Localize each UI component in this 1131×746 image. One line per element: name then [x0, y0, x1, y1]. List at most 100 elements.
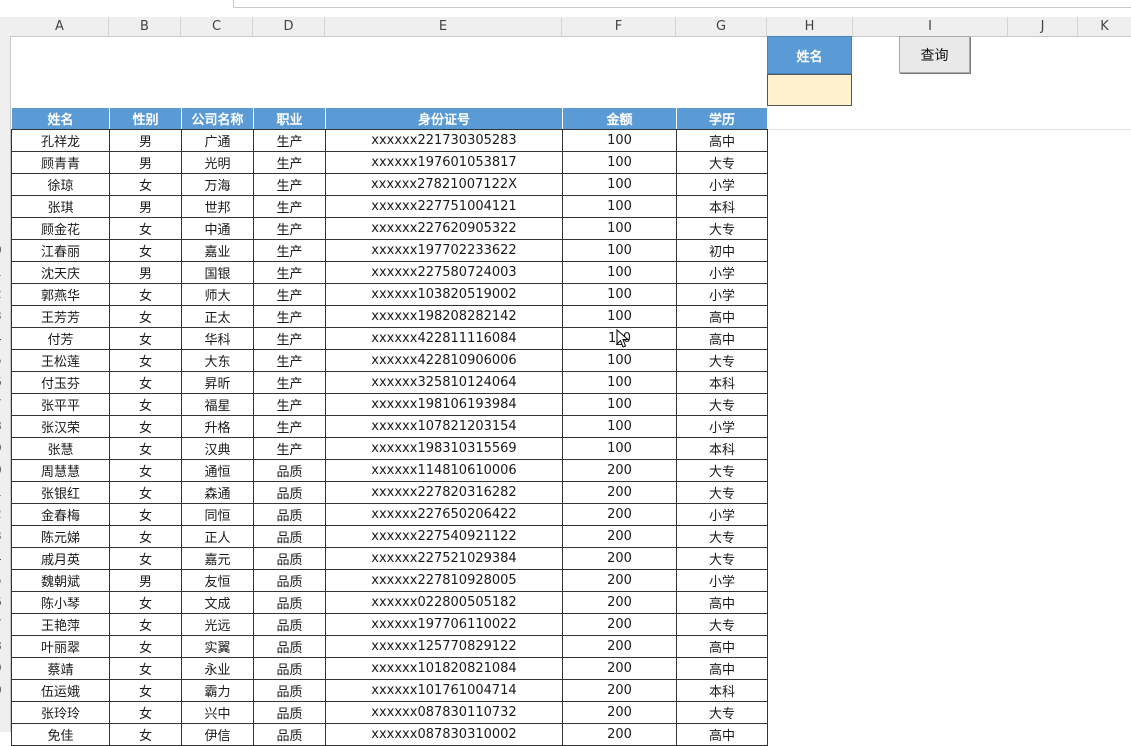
job-cell[interactable]: 生产	[253, 393, 326, 416]
id-number-cell[interactable]: xxxxxx227820316282	[325, 481, 563, 504]
amount-cell[interactable]: 200	[562, 635, 677, 658]
id-number-cell[interactable]: xxxxxx114810610006	[325, 459, 563, 482]
table-header-cell[interactable]: 姓名	[11, 107, 110, 130]
row-header[interactable]: 7	[0, 393, 10, 415]
gender-cell[interactable]: 男	[109, 195, 182, 218]
gender-cell[interactable]: 男	[109, 151, 182, 174]
name-cell[interactable]: 蔡靖	[11, 657, 110, 680]
education-cell[interactable]: 高中	[676, 591, 768, 614]
name-cell[interactable]: 王松莲	[11, 349, 110, 372]
job-cell[interactable]: 品质	[253, 503, 326, 526]
gender-cell[interactable]: 女	[109, 525, 182, 548]
company-cell[interactable]: 国银	[181, 261, 254, 284]
amount-cell[interactable]: 100	[562, 349, 677, 372]
column-header-d[interactable]: D	[253, 17, 325, 36]
table-header-cell[interactable]: 金额	[562, 107, 677, 130]
company-cell[interactable]: 文成	[181, 591, 254, 614]
amount-cell[interactable]: 200	[562, 701, 677, 724]
job-cell[interactable]: 品质	[253, 569, 326, 592]
job-cell[interactable]: 生产	[253, 283, 326, 306]
id-number-cell[interactable]: xxxxxx227620905322	[325, 217, 563, 240]
amount-cell[interactable]: 100	[562, 305, 677, 328]
company-cell[interactable]: 通恒	[181, 459, 254, 482]
company-cell[interactable]: 伊信	[181, 723, 254, 746]
row-header[interactable]: 3	[0, 525, 10, 547]
company-cell[interactable]: 实翼	[181, 635, 254, 658]
education-cell[interactable]: 本科	[676, 679, 768, 702]
gender-cell[interactable]: 女	[109, 437, 182, 460]
education-cell[interactable]: 大专	[676, 525, 768, 548]
column-header-b[interactable]: B	[109, 17, 181, 36]
gender-cell[interactable]: 男	[109, 569, 182, 592]
education-cell[interactable]: 高中	[676, 129, 768, 152]
row-header[interactable]: 0	[0, 459, 10, 481]
amount-cell[interactable]: 200	[562, 525, 677, 548]
id-number-cell[interactable]: xxxxxx087830110732	[325, 701, 563, 724]
job-cell[interactable]: 品质	[253, 525, 326, 548]
name-cell[interactable]: 付芳	[11, 327, 110, 350]
education-cell[interactable]: 高中	[676, 327, 768, 350]
job-cell[interactable]: 生产	[253, 151, 326, 174]
job-cell[interactable]: 生产	[253, 437, 326, 460]
company-cell[interactable]: 中通	[181, 217, 254, 240]
column-header-k[interactable]: K	[1078, 17, 1131, 36]
amount-cell[interactable]: 100	[562, 283, 677, 306]
column-header-g[interactable]: G	[676, 17, 767, 36]
amount-cell[interactable]: 200	[562, 657, 677, 680]
education-cell[interactable]: 大专	[676, 393, 768, 416]
id-number-cell[interactable]: xxxxxx227751004121	[325, 195, 563, 218]
amount-cell[interactable]: 100	[562, 393, 677, 416]
name-cell[interactable]: 沈天庆	[11, 261, 110, 284]
gender-cell[interactable]: 女	[109, 415, 182, 438]
education-cell[interactable]: 小学	[676, 503, 768, 526]
amount-cell[interactable]: 100	[562, 195, 677, 218]
row-header[interactable]	[0, 107, 10, 129]
job-cell[interactable]: 品质	[253, 591, 326, 614]
id-number-cell[interactable]: xxxxxx197706110022	[325, 613, 563, 636]
job-cell[interactable]: 品质	[253, 613, 326, 636]
name-cell[interactable]: 免佳	[11, 723, 110, 746]
job-cell[interactable]: 生产	[253, 173, 326, 196]
id-number-cell[interactable]: xxxxxx087830310002	[325, 723, 563, 746]
name-cell[interactable]: 郭燕华	[11, 283, 110, 306]
amount-cell[interactable]: 100	[562, 261, 677, 284]
job-cell[interactable]: 品质	[253, 459, 326, 482]
education-cell[interactable]: 大专	[676, 151, 768, 174]
id-number-cell[interactable]: xxxxxx198310315569	[325, 437, 563, 460]
amount-cell[interactable]: 200	[562, 481, 677, 504]
table-header-cell[interactable]: 职业	[253, 107, 326, 130]
name-cell[interactable]: 叶丽翠	[11, 635, 110, 658]
education-cell[interactable]: 小学	[676, 569, 768, 592]
education-cell[interactable]: 小学	[676, 415, 768, 438]
row-header[interactable]: 2	[0, 503, 10, 525]
gender-cell[interactable]: 女	[109, 239, 182, 262]
gender-cell[interactable]: 女	[109, 283, 182, 306]
name-cell[interactable]: 孔祥龙	[11, 129, 110, 152]
id-number-cell[interactable]: xxxxxx107821203154	[325, 415, 563, 438]
company-cell[interactable]: 正人	[181, 525, 254, 548]
amount-cell[interactable]: 100	[562, 415, 677, 438]
name-cell[interactable]: 张银红	[11, 481, 110, 504]
gender-cell[interactable]: 女	[109, 635, 182, 658]
row-header[interactable]: 1	[0, 481, 10, 503]
name-cell[interactable]: 金春梅	[11, 503, 110, 526]
company-cell[interactable]: 世邦	[181, 195, 254, 218]
amount-cell[interactable]: 100	[562, 173, 677, 196]
row-header[interactable]	[0, 217, 10, 239]
job-cell[interactable]: 生产	[253, 305, 326, 328]
education-cell[interactable]: 高中	[676, 723, 768, 746]
gender-cell[interactable]: 女	[109, 679, 182, 702]
company-cell[interactable]: 升格	[181, 415, 254, 438]
education-cell[interactable]: 高中	[676, 635, 768, 658]
column-header-a[interactable]: A	[11, 17, 109, 36]
company-cell[interactable]: 广通	[181, 129, 254, 152]
name-cell[interactable]: 戚月英	[11, 547, 110, 570]
row-header[interactable]: 0	[0, 679, 10, 701]
column-header-e[interactable]: E	[325, 17, 562, 36]
gender-cell[interactable]: 女	[109, 723, 182, 746]
company-cell[interactable]: 华科	[181, 327, 254, 350]
row-header[interactable]: 4	[0, 547, 10, 569]
job-cell[interactable]: 生产	[253, 327, 326, 350]
name-cell[interactable]: 张平平	[11, 393, 110, 416]
name-cell[interactable]: 徐琼	[11, 173, 110, 196]
